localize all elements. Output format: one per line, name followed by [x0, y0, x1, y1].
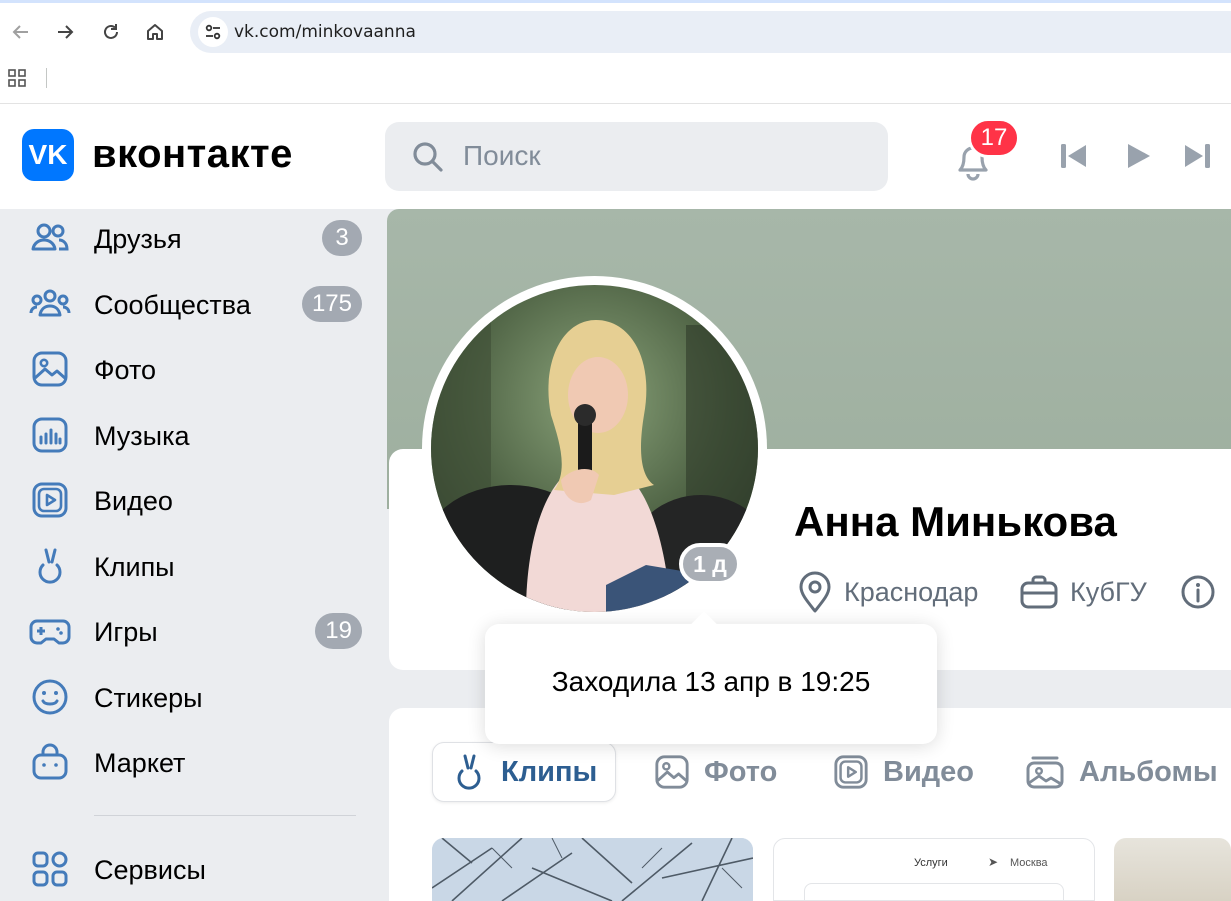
sidebar-item-communities[interactable]: Сообщества 175 [28, 280, 368, 328]
tooltip-text: Заходила 13 апр в 19:25 [551, 666, 871, 697]
games-icon [28, 609, 72, 653]
send-icon: ➤ [988, 855, 999, 869]
thumbnail-text: Москва [1010, 857, 1048, 869]
video-icon [28, 478, 72, 522]
tab-photo[interactable]: Фото [654, 742, 777, 802]
profile-city[interactable]: Краснодар [798, 570, 978, 614]
sidebar-item-services[interactable]: Сервисы [28, 845, 368, 893]
sidebar-item-label: Друзья [94, 224, 182, 254]
clips-icon [28, 544, 72, 588]
site-info-button[interactable] [198, 17, 228, 47]
reload-button[interactable] [97, 18, 125, 46]
clip-thumbnail[interactable] [432, 838, 753, 901]
sidebar-item-photo[interactable]: Фото [28, 345, 368, 393]
thumbnail-card [804, 883, 1064, 900]
profile-info-button[interactable] [1180, 570, 1216, 614]
sidebar-item-clips[interactable]: Клипы [28, 542, 368, 590]
profile-name: Анна Минькова [794, 498, 1117, 545]
thumbnail-text: Услуги [914, 857, 948, 869]
search-input[interactable] [463, 136, 863, 176]
browser-toolbar: vk.com/minkovaanna [0, 0, 1231, 104]
stickers-icon [28, 675, 72, 719]
video-icon [834, 755, 868, 789]
forward-button[interactable] [51, 18, 79, 46]
sidebar-item-friends[interactable]: Друзья 3 [28, 214, 368, 262]
albums-icon [1026, 756, 1064, 789]
location-pin-icon [799, 571, 831, 613]
market-icon [28, 740, 72, 784]
counter-badge: 19 [315, 613, 362, 649]
search-box[interactable] [385, 122, 888, 191]
profile-university[interactable]: КубГУ [1020, 570, 1147, 614]
tab-clips[interactable]: Клипы [432, 742, 617, 802]
tab-strip-edge [0, 0, 1231, 3]
sidebar-item-music[interactable]: Музыка [28, 411, 368, 459]
tab-video[interactable]: Видео [833, 742, 974, 802]
arrow-left-icon [12, 25, 28, 39]
home-button[interactable] [141, 18, 169, 46]
apps-grid-icon[interactable] [8, 69, 28, 89]
tab-label: Фото [704, 755, 778, 788]
services-icon [28, 847, 72, 891]
sidebar-item-label: Игры [94, 617, 158, 647]
clip-thumbnail[interactable]: Услуги ➤ Москва [773, 838, 1095, 901]
sidebar-divider [94, 815, 356, 816]
play-icon[interactable] [1122, 140, 1154, 172]
tab-albums[interactable]: Альбомы [1025, 742, 1218, 802]
vk-logo[interactable]: VK [22, 129, 74, 181]
branches-image [432, 838, 753, 901]
sidebar-item-label: Сообщества [94, 290, 251, 320]
music-icon [28, 413, 72, 457]
sidebar-item-label: Сервисы [94, 855, 206, 885]
counter-badge: 3 [322, 220, 362, 256]
photo-icon [28, 347, 72, 391]
photo-icon [655, 755, 689, 789]
notifications-badge[interactable]: 17 [968, 118, 1020, 158]
communities-icon [28, 282, 72, 326]
arrow-right-icon [58, 25, 74, 39]
tab-label: Видео [883, 755, 975, 788]
sidebar-item-stickers[interactable]: Стикеры [28, 673, 368, 721]
clip-thumbnail[interactable] [1114, 838, 1231, 901]
counter-badge: 175 [301, 286, 362, 322]
back-button[interactable] [7, 18, 35, 46]
left-sidebar: Друзья 3 Сообщества 175 Фото Музыка Виде… [0, 209, 386, 901]
sidebar-item-label: Стикеры [94, 683, 203, 713]
sidebar-item-label: Музыка [94, 421, 190, 451]
briefcase-icon [1020, 575, 1058, 609]
city-label: Краснодар [844, 576, 979, 607]
url-text[interactable]: vk.com/minkovaanna [234, 22, 416, 42]
tab-label: Альбомы [1079, 755, 1218, 788]
bookmarks-divider [46, 68, 47, 88]
search-icon [413, 142, 443, 172]
last-seen-tooltip: Заходила 13 апр в 19:25 [485, 624, 937, 744]
next-track-icon[interactable] [1181, 140, 1213, 172]
last-seen-badge[interactable]: 1 д [679, 543, 741, 585]
sidebar-item-label: Видео [94, 486, 173, 516]
home-icon [147, 24, 163, 40]
sidebar-item-label: Клипы [94, 552, 175, 582]
brand-name[interactable]: вконтакте [92, 132, 293, 177]
reload-icon [104, 24, 118, 39]
tab-label: Клипы [501, 755, 598, 788]
sidebar-item-label: Фото [94, 355, 157, 385]
sidebar-item-label: Маркет [94, 748, 186, 778]
logo-letters: VK [28, 139, 68, 170]
address-bar[interactable]: vk.com/minkovaanna [190, 11, 1231, 53]
university-label: КубГУ [1070, 576, 1147, 607]
info-icon [1181, 575, 1215, 609]
previous-track-icon[interactable] [1058, 140, 1090, 172]
sidebar-item-games[interactable]: Игры 19 [28, 607, 368, 655]
friends-icon [28, 216, 72, 260]
tune-icon [205, 24, 221, 40]
site-header: VK вконтакте 17 [0, 104, 1231, 209]
sidebar-item-video[interactable]: Видео [28, 476, 368, 524]
clips-icon [457, 754, 481, 790]
sidebar-item-market[interactable]: Маркет [28, 738, 368, 786]
